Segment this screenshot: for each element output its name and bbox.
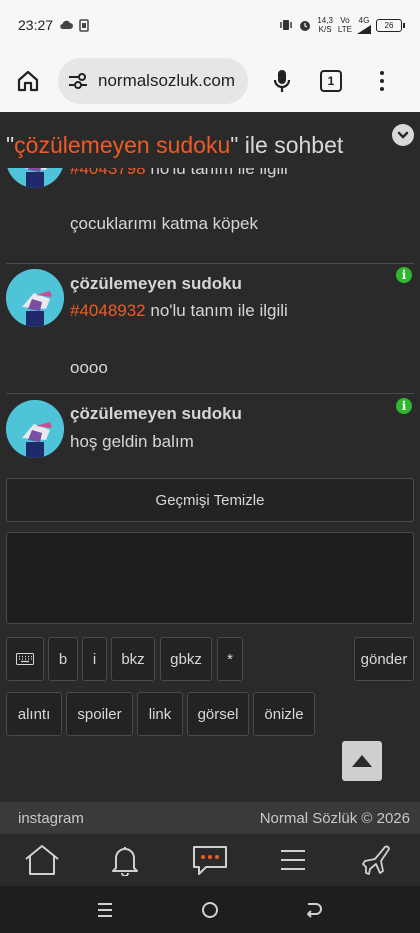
net-speed-value: 14,3	[317, 16, 333, 25]
tab-switcher-button[interactable]: 1	[320, 70, 342, 92]
nav-explore[interactable]	[358, 842, 398, 878]
send-button[interactable]: gönder	[354, 637, 414, 681]
caret-up-icon	[352, 755, 372, 767]
net-speed-unit: K/S	[318, 25, 332, 34]
entry-ref-link[interactable]: #4048932	[70, 301, 146, 320]
home-system-button[interactable]	[198, 898, 222, 922]
entry-ref-link[interactable]: #4043798	[70, 168, 146, 178]
browser-toolbar: normalsozluk.com 1	[0, 50, 420, 112]
message-author[interactable]: çözülemeyen sudoku	[70, 274, 242, 294]
battery-icon: 26	[376, 18, 405, 32]
bkz-button[interactable]: bkz	[111, 637, 155, 681]
info-icon[interactable]: i	[396, 267, 412, 283]
quote-button[interactable]: alıntı	[6, 692, 62, 736]
bell-icon	[112, 847, 138, 876]
tab-count: 1	[327, 74, 335, 88]
chat-message: çözülemeyen sudoku hoş geldin balım i	[0, 394, 420, 470]
recents-button[interactable]	[93, 898, 117, 922]
nav-notifications[interactable]	[105, 842, 145, 878]
site-footer: instagram Normal Sözlük © 2026	[0, 802, 420, 834]
message-text: oooo	[70, 358, 108, 377]
cloud-icon	[60, 20, 74, 30]
message-text: hoş geldin balım	[70, 432, 194, 451]
back-button[interactable]	[302, 898, 326, 922]
collapse-button[interactable]	[392, 124, 414, 146]
chat-message: çözülemeyen sudoku #4048932 no'lu tanım …	[0, 264, 420, 394]
signal-icon	[357, 25, 371, 34]
chevron-down-icon	[397, 131, 409, 139]
spoiler-button[interactable]: spoiler	[66, 692, 133, 736]
alarm-icon	[300, 21, 311, 31]
browser-menu-button[interactable]	[372, 71, 392, 91]
avatar[interactable]	[6, 269, 64, 327]
bottom-nav	[0, 834, 420, 886]
scroll-top-button[interactable]	[342, 741, 382, 781]
back-icon	[307, 903, 322, 918]
chat-message: #4043798 no'lu tanım ile ilgili çocuklar…	[0, 168, 420, 263]
plane-icon	[362, 845, 390, 875]
volte-top: Vo	[340, 16, 350, 25]
sim-icon	[79, 18, 89, 32]
instagram-link[interactable]: instagram	[18, 810, 84, 827]
message-input[interactable]	[6, 532, 414, 624]
nav-home[interactable]	[22, 842, 62, 878]
keyboard-button[interactable]	[6, 637, 44, 681]
copyright: Normal Sözlük © 2026	[259, 809, 410, 827]
info-icon[interactable]: i	[396, 398, 412, 414]
bold-button[interactable]: b	[48, 637, 78, 681]
address-bar[interactable]: normalsozluk.com	[58, 58, 248, 104]
browser-home-button[interactable]	[10, 63, 46, 99]
italic-button[interactable]: i	[82, 637, 107, 681]
voice-search-button[interactable]	[264, 63, 300, 99]
vibrate-icon	[280, 20, 293, 30]
status-bar: 23:27 14,3 K/S Vo LTE 4G 26	[0, 0, 420, 50]
keyboard-icon	[16, 653, 34, 665]
clear-history-button[interactable]: Geçmişi Temizle	[6, 478, 414, 522]
image-button[interactable]: görsel	[187, 692, 249, 736]
volte-bottom: LTE	[337, 25, 352, 34]
recents-icon	[98, 903, 112, 917]
home-circle-icon	[202, 902, 218, 918]
status-time: 23:27	[18, 17, 54, 33]
nav-menu[interactable]	[273, 842, 313, 878]
avatar[interactable]	[6, 400, 64, 458]
home-icon	[17, 70, 39, 92]
avatar[interactable]	[6, 168, 64, 188]
message-list: #4043798 no'lu tanım ile ilgili çocuklar…	[0, 168, 420, 470]
hamburger-icon	[281, 850, 305, 870]
nav-messages[interactable]	[190, 842, 230, 878]
chat-bubble-icon	[193, 846, 227, 875]
url-text: normalsozluk.com	[98, 71, 235, 90]
battery-level: 26	[384, 20, 394, 30]
home-icon	[25, 845, 59, 875]
system-nav-bar	[0, 886, 420, 933]
message-author[interactable]: çözülemeyen sudoku	[70, 404, 242, 424]
asterisk-button[interactable]: *	[217, 637, 243, 681]
gbkz-button[interactable]: gbkz	[160, 637, 212, 681]
chat-partner-link[interactable]: çözülemeyen sudoku	[14, 132, 230, 158]
chat-title: "çözülemeyen sudoku" ile sohbet	[0, 112, 420, 168]
network-type: 4G	[358, 16, 370, 25]
preview-button[interactable]: önizle	[253, 692, 315, 736]
site-settings-icon[interactable]	[68, 72, 88, 90]
link-button[interactable]: link	[137, 692, 183, 736]
mic-icon	[273, 70, 291, 92]
message-text: çocuklarımı katma köpek	[70, 214, 259, 233]
